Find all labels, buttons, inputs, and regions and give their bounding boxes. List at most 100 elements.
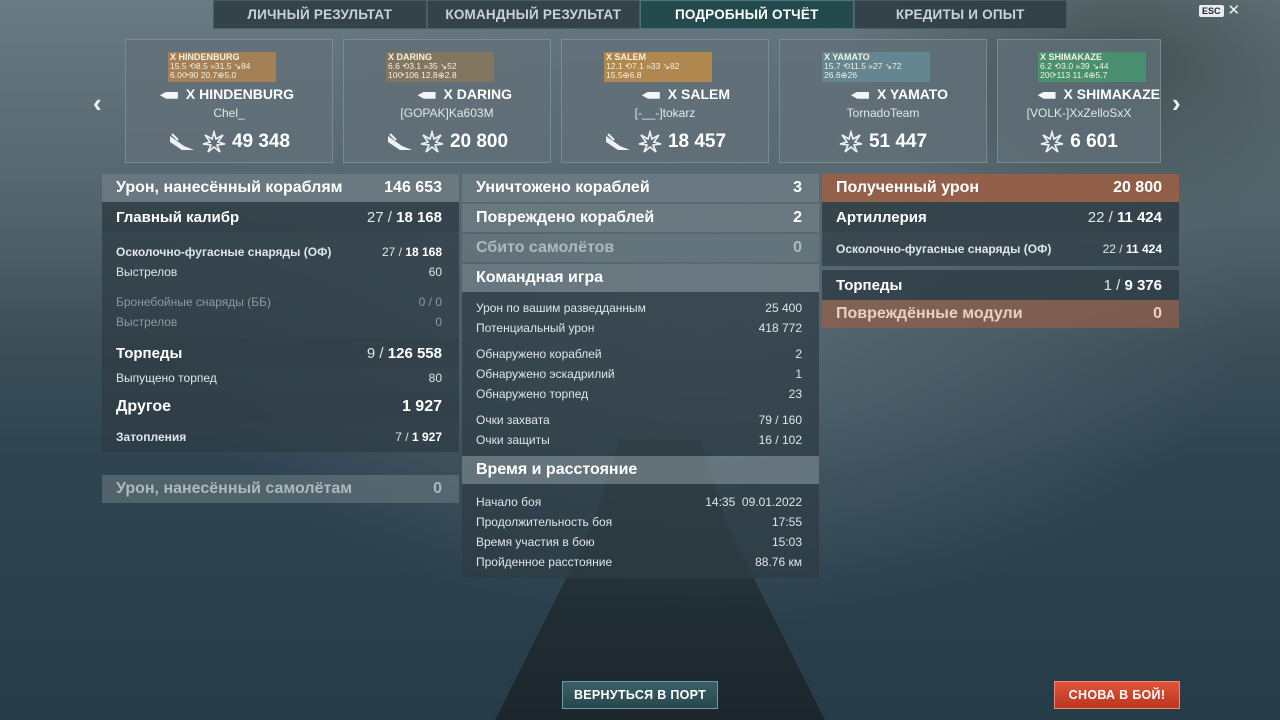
battle-duration-row: Продолжительность боя 17:55 [462, 512, 819, 532]
ship-card[interactable]: X YAMATO 15.7 ⟲11.5 »27 ↘72 26.6⊕26 X YA… [779, 39, 987, 163]
participation-time-row: Время участия в бою 15:03 [462, 532, 819, 552]
mini-stats-row: 10⟳106 12.8⊕2.8 [388, 70, 457, 80]
received-torpedoes-row: Торпеды 1 / 9 376 [822, 270, 1179, 300]
row-value: 3 [793, 179, 802, 196]
row-label: Главный калибр [116, 208, 240, 226]
close-icon: ✕ [1227, 2, 1241, 19]
row-value: 1 927 [401, 398, 442, 415]
ship-name-text: X HINDENBURG [185, 86, 294, 102]
damage-value: 6 601 [1070, 131, 1118, 152]
tab-credits-xp[interactable]: КРЕДИТЫ И ОПЫТ [853, 0, 1067, 29]
damage-amount: 126 558 [387, 344, 442, 362]
ship-name: X DARING [344, 86, 512, 102]
hits-count: 27 / [381, 245, 402, 259]
row-label: Артиллерия [836, 208, 927, 226]
row-label: Урон, нанесённый кораблям [116, 179, 343, 196]
row-value: 88.76 км [755, 555, 802, 569]
ship-card[interactable]: X SALEM 12.1 ⟲7.1 »33 ↘82 15.5⊕6.8 X SAL… [561, 39, 769, 163]
damage-value: 20 800 [449, 131, 509, 152]
tab-detailed-report[interactable]: ПОДРОБНЫЙ ОТЧЁТ [640, 0, 854, 29]
row-value: 418 772 [758, 321, 802, 335]
mini-stats-row: 26.6⊕26 [824, 70, 858, 80]
row-label: Пройденное расстояние [476, 555, 613, 569]
he-shots-row: Выстрелов 60 [102, 262, 459, 282]
row-label: Очки захвата [476, 413, 550, 427]
ship-card[interactable]: X DARING 6.6 ⟲3.1 »35 ↘52 10⟳106 12.8⊕2.… [343, 39, 551, 163]
ram-icon [169, 133, 194, 150]
team-play-header: Командная игра [462, 264, 819, 292]
damage-amount: 1 927 [411, 430, 442, 444]
damage-dealt-panel: Урон, нанесённый кораблям 146 653 Главны… [102, 174, 459, 452]
hits-count: 22 / [1087, 208, 1113, 226]
spacer [102, 282, 459, 292]
row-value: 23 [788, 387, 802, 401]
battle-again-button[interactable]: СНОВА В БОЙ! [1054, 681, 1180, 709]
capture-points-row: Очки захвата 79 / 160 [462, 410, 819, 430]
tab-team-result[interactable]: КОМАНДНЫЙ РЕЗУЛЬТАТ [426, 0, 640, 29]
row-label: Урон, нанесённый самолётам [116, 480, 353, 497]
mini-stats-row: 15.5⊕6.8 [606, 70, 642, 80]
damage-amount: 18 168 [396, 208, 442, 226]
spacer [462, 484, 819, 492]
ship-card[interactable]: X HINDENBURG 15.5 ⟲8.5 »31.5 ↘84 6.0⟳90 … [125, 39, 333, 163]
torpedoes-launched-row: Выпущено торпед 80 [102, 368, 459, 388]
damage-amount: 9 376 [1124, 276, 1162, 294]
torpedoes-spotted-row: Обнаружено торпед 23 [462, 384, 819, 404]
ap-shells-row: Бронебойные снаряды (ББ) 0 / 0 [102, 292, 459, 312]
row-value: 79 / 160 [758, 413, 802, 427]
received-damage-row: Полученный урон 20 800 [822, 174, 1179, 202]
row-label: Повреждено кораблей [476, 209, 655, 226]
row-label: Обнаружено торпед [476, 387, 589, 401]
row-value: 80 [428, 371, 442, 385]
battle-start-row: Начало боя 14:35 09.01.2022 [462, 492, 819, 512]
tab-personal-result[interactable]: ЛИЧНЫЙ РЕЗУЛЬТАТ [213, 0, 427, 29]
hits-count: 9 / [366, 344, 384, 362]
he-shells-row: Осколочно-фугасные снаряды (ОФ) 27 / 18 … [102, 242, 459, 262]
row-value: 0 [435, 315, 442, 329]
damage-amount: 11 424 [1125, 242, 1162, 256]
player-name: Chel_ [213, 106, 245, 120]
damage-planes-row: Урон, нанесённый самолётам 0 [102, 475, 459, 503]
card-stats: 6 601 [998, 130, 1160, 154]
row-label: Потенциальный урон [476, 321, 595, 335]
ship-name: X YAMATO [780, 86, 948, 102]
return-to-port-button[interactable]: ВЕРНУТЬСЯ В ПОРТ [562, 681, 718, 709]
chevron-right-icon[interactable]: › [1172, 88, 1181, 119]
esc-close-button[interactable]: ESC ✕ [1199, 2, 1241, 19]
received-he-row: Осколочно-фугасные снаряды (ОФ) 22 / 11 … [822, 232, 1179, 266]
row-label: Повреждённые модули [836, 305, 1023, 322]
damage-value: 51 447 [868, 131, 928, 152]
spacer [102, 232, 459, 242]
chevron-left-icon[interactable]: ‹ [93, 88, 102, 119]
destroyed-row: Уничтожено кораблей 3 [462, 174, 819, 202]
ship-class-icon [417, 91, 436, 99]
row-label: Сбито самолётов [476, 239, 615, 256]
squadrons-spotted-row: Обнаружено эскадрилий 1 [462, 364, 819, 384]
player-name: [GOPAK]Ka603M [400, 106, 494, 120]
mini-stats-row: 20⟳113 11.4⊕5.7 [1040, 70, 1108, 80]
esc-key-label: ESC [1199, 5, 1224, 17]
player-name: [VOLK-]XxZelloSxX [1026, 106, 1132, 120]
ap-shots-row: Выстрелов 0 [102, 312, 459, 332]
row-label: Другое [116, 398, 171, 415]
row-value: 27 / 18 168 [382, 245, 442, 259]
ship-name-text: X SALEM [667, 86, 730, 102]
ship-class-icon [850, 91, 869, 99]
damage-ships-row: Урон, нанесённый кораблям 146 653 [102, 174, 459, 202]
row-value: 0 / 0 [418, 295, 442, 309]
row-label: Осколочно-фугасные снаряды (ОФ) [116, 245, 332, 259]
row-value: 1 / 9 376 [1104, 277, 1162, 294]
battle-stats-panel: Уничтожено кораблей 3 Повреждено корабле… [462, 174, 819, 578]
row-value: 60 [428, 265, 442, 279]
ship-card[interactable]: X SHIMAKAZE 6.2 ⟲3.0 »39 ↘44 20⟳113 11.4… [997, 39, 1161, 163]
damage-amount: 18 168 [405, 245, 442, 259]
artillery-row: Артиллерия 22 / 11 424 [822, 202, 1179, 232]
damage-icon [839, 130, 863, 153]
row-value: 7 / 1 927 [395, 430, 442, 444]
player-name: [-__-]tokarz [634, 106, 696, 120]
card-stats: 20 800 [344, 130, 550, 154]
player-name: TornadoTeam [846, 106, 920, 120]
row-label: Уничтожено кораблей [476, 179, 650, 196]
defense-points-row: Очки защиты 16 / 102 [462, 430, 819, 450]
spotting-damage-row: Урон по вашим разведданным 25 400 [462, 298, 819, 318]
